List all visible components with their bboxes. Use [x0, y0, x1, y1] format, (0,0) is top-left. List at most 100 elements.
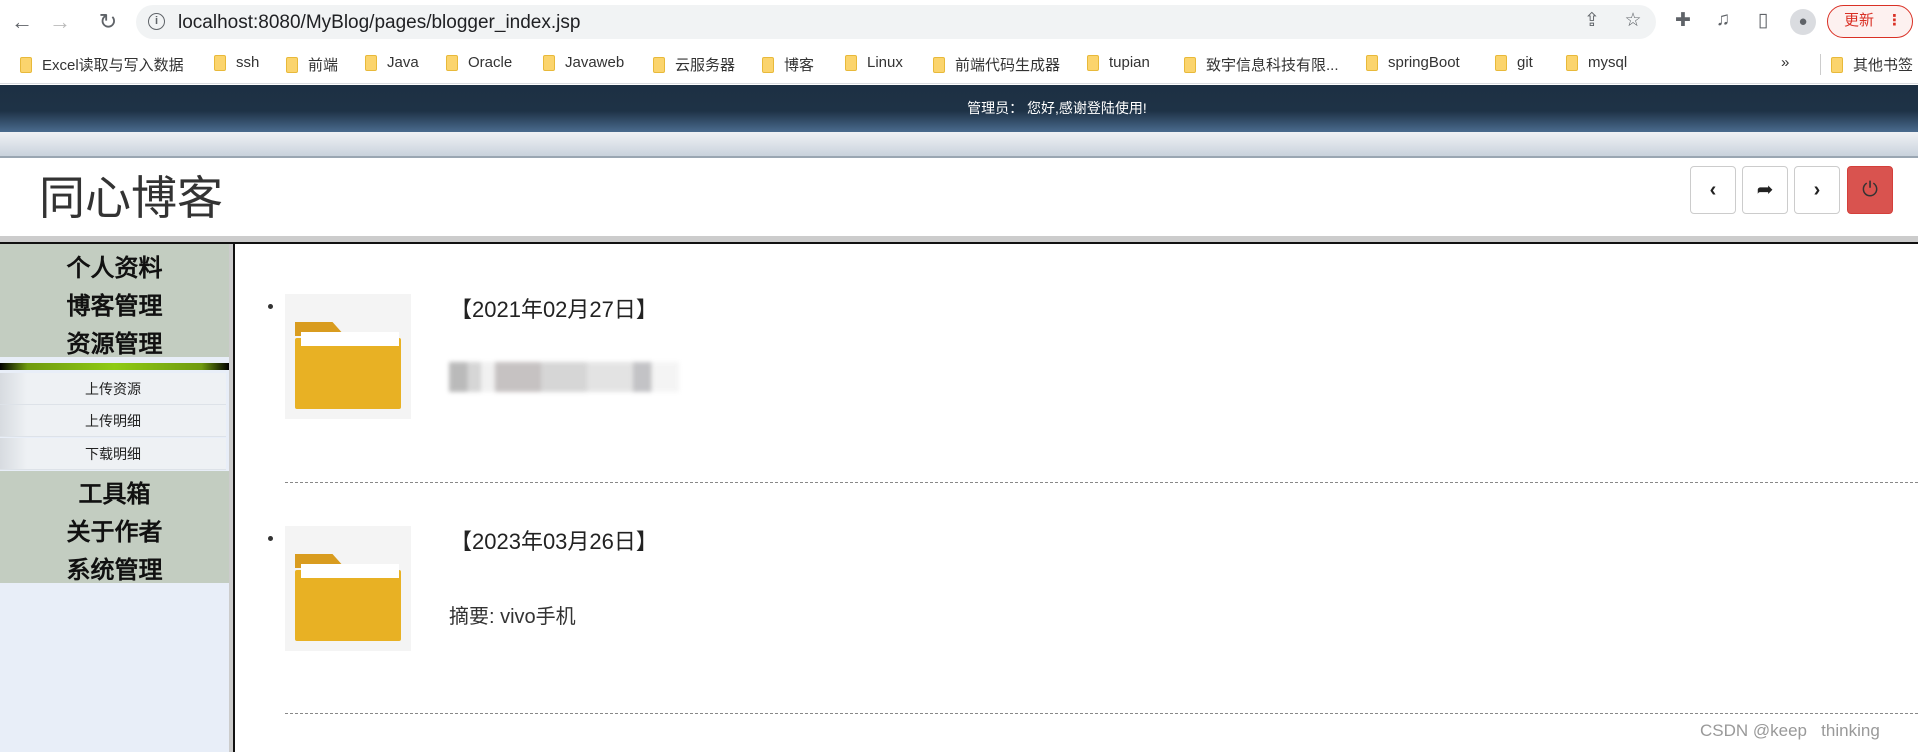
- bookmark-label: Excel读取与写入数据: [42, 57, 184, 74]
- header-divider: [0, 236, 1918, 244]
- post-summary: 摘要: vivo手机: [449, 606, 576, 628]
- sidebar-item-system-management[interactable]: 系统管理: [0, 550, 229, 585]
- sidebar: 个人资料 博客管理 资源管理 上传资源 上传明细 下载明细 工具箱 关于作者 系…: [0, 244, 229, 752]
- bookmark-label: Java: [387, 54, 419, 71]
- bookmark-item[interactable]: 前端代码生成器: [933, 54, 1060, 75]
- folder-icon: [214, 54, 226, 71]
- back-icon[interactable]: ←: [8, 8, 36, 36]
- side-panel-icon[interactable]: ▯: [1750, 9, 1776, 32]
- menu-dots-icon[interactable]: ⋮: [1887, 6, 1902, 36]
- folder-icon: [762, 56, 774, 73]
- bookmark-item[interactable]: springBoot: [1366, 54, 1460, 71]
- power-icon: ⏻: [1862, 179, 1878, 201]
- site-title: 同心博客: [39, 172, 223, 224]
- list-bullet: [268, 536, 273, 541]
- bookmark-item[interactable]: 博客: [762, 54, 814, 75]
- sidebar-item-resource-management[interactable]: 资源管理: [0, 324, 229, 359]
- bookmark-label: springBoot: [1388, 54, 1460, 71]
- bookmark-label: 前端代码生成器: [955, 57, 1061, 74]
- list-bullet: [268, 304, 273, 309]
- extensions-icon[interactable]: ✚: [1670, 9, 1696, 32]
- bookmark-star-icon[interactable]: ☆: [1620, 9, 1646, 32]
- welcome-banner: 管理员： 您好,感谢登陆使用!: [0, 85, 1918, 132]
- folder-icon: [1087, 54, 1099, 71]
- bookmark-item[interactable]: 云服务器: [653, 54, 735, 75]
- folder-icon: [295, 570, 401, 641]
- bookmark-label: 前端: [308, 57, 339, 74]
- folder-icon: [1495, 54, 1507, 71]
- share-arrow-icon: ➦: [1756, 179, 1774, 201]
- update-button[interactable]: 更新 ⋮: [1827, 5, 1913, 38]
- bookmark-label: Oracle: [468, 54, 513, 71]
- media-icon[interactable]: ♫: [1710, 9, 1736, 31]
- page-header: [0, 158, 1918, 236]
- bookmark-item[interactable]: Oracle: [446, 54, 512, 71]
- sidebar-green-divider: [0, 363, 229, 370]
- bookmark-item[interactable]: Javaweb: [543, 54, 624, 71]
- forward-icon[interactable]: →: [46, 8, 74, 36]
- folder-icon: [933, 56, 945, 73]
- bookmark-label: 致宇信息科技有限...: [1206, 57, 1339, 74]
- forward-share-button[interactable]: ➦: [1742, 166, 1788, 214]
- chevron-right-icon: ›: [1813, 179, 1821, 201]
- url-text: localhost:8080/MyBlog/pages/blogger_inde…: [178, 12, 581, 33]
- folder-icon: [286, 56, 298, 73]
- post-divider: [285, 713, 1918, 714]
- sidebar-item-toolbox[interactable]: 工具箱: [0, 474, 229, 509]
- sidebar-item-blog-management[interactable]: 博客管理: [0, 286, 229, 321]
- bookmark-item[interactable]: Excel读取与写入数据: [20, 54, 184, 75]
- site-info-icon[interactable]: i: [148, 13, 165, 30]
- bookmark-item[interactable]: ssh: [214, 54, 259, 71]
- browser-toolbar: ← → ↻ i localhost:8080/MyBlog/pages/blog…: [0, 0, 1918, 44]
- bookmark-label: 博客: [784, 57, 815, 74]
- post-date[interactable]: 【2023年03月26日】: [450, 524, 658, 556]
- logout-button[interactable]: ⏻: [1847, 166, 1893, 214]
- folder-icon: [1831, 56, 1843, 73]
- watermark: CSDN @keep thinking: [1700, 721, 1880, 740]
- folder-icon: [1566, 54, 1578, 71]
- folder-thumbnail[interactable]: [285, 294, 411, 419]
- folder-icon: [1184, 56, 1196, 73]
- bookmark-item[interactable]: mysql: [1566, 54, 1627, 71]
- folder-icon: [295, 338, 401, 409]
- bookmark-item[interactable]: tupian: [1087, 54, 1150, 71]
- sidebar-subitem-upload-details[interactable]: 上传明细: [0, 405, 226, 437]
- post-date[interactable]: 【2021年02月27日】: [450, 292, 658, 324]
- folder-icon: [653, 56, 665, 73]
- folder-icon: [845, 54, 857, 71]
- sidebar-item-profile[interactable]: 个人资料: [0, 248, 229, 283]
- folder-icon: [20, 56, 32, 73]
- profile-avatar-icon[interactable]: ●: [1790, 9, 1816, 35]
- bookmark-item[interactable]: 前端: [286, 54, 338, 75]
- bookmark-label: ssh: [236, 54, 260, 71]
- bookmark-label: mysql: [1588, 54, 1628, 71]
- folder-icon: [365, 54, 377, 71]
- bookmarks-overflow-button[interactable]: »: [1781, 54, 1789, 71]
- address-bar[interactable]: i localhost:8080/MyBlog/pages/blogger_in…: [136, 5, 1656, 39]
- update-label: 更新: [1844, 12, 1875, 29]
- folder-icon: [543, 54, 555, 71]
- sidebar-item-about-author[interactable]: 关于作者: [0, 512, 229, 547]
- bookmark-item[interactable]: git: [1495, 54, 1533, 71]
- bookmark-label: 云服务器: [675, 57, 736, 74]
- share-icon[interactable]: ⇪: [1579, 9, 1605, 32]
- bookmark-item[interactable]: Java: [365, 54, 419, 71]
- folder-icon: [446, 54, 458, 71]
- bookmark-label: tupian: [1109, 54, 1150, 71]
- sidebar-divider: [229, 244, 235, 752]
- folder-icon: [1366, 54, 1378, 71]
- bookmark-label: Javaweb: [565, 54, 625, 71]
- sidebar-subitem-download-details[interactable]: 下载明细: [0, 438, 226, 470]
- bookmark-item[interactable]: Linux: [845, 54, 903, 71]
- other-bookmarks[interactable]: 其他书签: [1820, 54, 1913, 75]
- bookmark-label: 其他书签: [1853, 57, 1914, 74]
- back-button[interactable]: ‹: [1690, 166, 1736, 214]
- bookmark-item[interactable]: 致宇信息科技有限...: [1184, 54, 1339, 75]
- bookmarks-bar: Excel读取与写入数据 ssh 前端 Java Oracle Javaweb …: [0, 44, 1918, 84]
- reload-icon[interactable]: ↻: [94, 8, 122, 36]
- sidebar-subitem-upload-resource[interactable]: 上传资源: [0, 373, 226, 405]
- bookmark-label: Linux: [867, 54, 903, 71]
- folder-thumbnail[interactable]: [285, 526, 411, 651]
- chevron-left-icon: ‹: [1709, 179, 1717, 201]
- next-button[interactable]: ›: [1794, 166, 1840, 214]
